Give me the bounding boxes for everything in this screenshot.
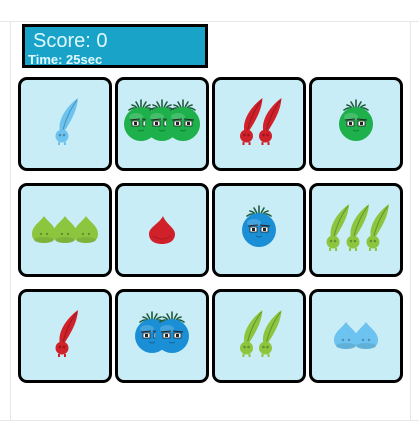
sprout-icon <box>55 310 78 357</box>
frame-right-border <box>410 22 411 420</box>
sprout-icon <box>55 98 78 145</box>
bulb-icon <box>242 205 276 247</box>
card-green-bulb-x1[interactable] <box>309 77 403 171</box>
card-red-drop-x1[interactable] <box>115 183 209 277</box>
card-lightgreen-sprout-x3[interactable] <box>309 183 403 277</box>
card-blue-bulb-x1[interactable] <box>212 183 306 277</box>
card-lightgreen-blob-x3[interactable] <box>18 183 112 277</box>
score-label: Score: 0 <box>33 30 108 52</box>
bulb-icon <box>339 99 373 141</box>
frame-bottom-border <box>0 420 419 421</box>
card-green-bulb-x3[interactable] <box>115 77 209 171</box>
frame-left-border <box>10 22 11 420</box>
card-board <box>18 77 406 383</box>
card-red-sprout-x2[interactable] <box>212 77 306 171</box>
card-lightgreen-sprout-x2[interactable] <box>212 289 306 383</box>
blob-icon <box>32 216 98 243</box>
frame-top-border <box>0 21 419 22</box>
card-red-sprout-x1[interactable] <box>18 289 112 383</box>
time-label: Time: 25sec <box>28 52 103 67</box>
card-blue-bulb-x2[interactable] <box>115 289 209 383</box>
score-panel: Score: 0 Time: 25sec <box>22 24 208 68</box>
sprout-icon <box>240 98 282 145</box>
sprout-icon <box>326 204 389 251</box>
card-lightblue-sprout-x1[interactable] <box>18 77 112 171</box>
bulb-icon <box>124 99 200 141</box>
blob-icon <box>334 322 378 349</box>
bulb-icon <box>135 311 189 353</box>
sprout-icon <box>240 310 282 357</box>
card-lightblue-blob-x2[interactable] <box>309 289 403 383</box>
drop-icon <box>149 216 175 244</box>
